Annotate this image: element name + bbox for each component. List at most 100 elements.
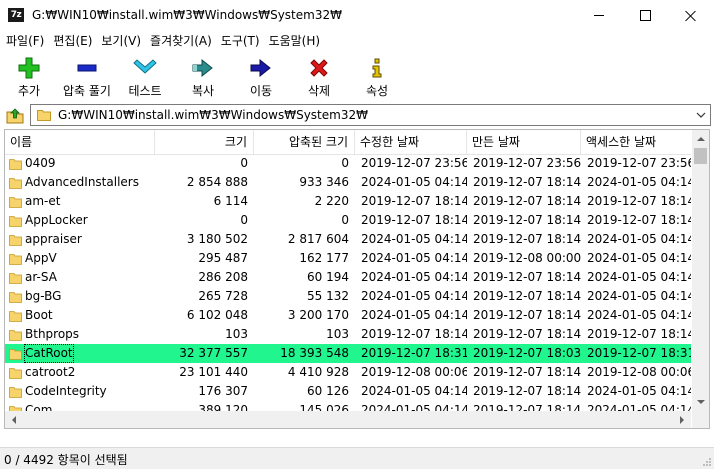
table-row[interactable]: Boot 6 102 048 3 200 170 2024-01-05 04:14 20…	[5, 306, 691, 325]
move-arrow-icon	[249, 56, 273, 80]
menu-tools[interactable]: 도구(T)	[217, 31, 264, 51]
table-row[interactable]: catroot2 23 101 440 4 410 928 2019-12-08 00…	[5, 363, 691, 382]
cell-modified: 2024-01-05 04:14	[361, 251, 467, 265]
table-row[interactable]: CodeIntegrity 176 307 60 126 2024-01-05 04:…	[5, 382, 691, 401]
cell-modified: 2019-12-08 00:06	[361, 365, 467, 379]
cell-created: 2019-12-07 18:14	[473, 365, 581, 379]
menu-file[interactable]: 파일(F)	[0, 31, 48, 51]
address-bar: G:₩WIN10₩install.wim₩3₩Windows₩System32₩	[0, 103, 714, 127]
resize-grip-icon[interactable]	[702, 457, 712, 467]
scroll-thumb[interactable]	[694, 148, 707, 164]
info-icon	[365, 56, 389, 80]
properties-button[interactable]: 속성	[348, 52, 406, 100]
add-button[interactable]: 추가	[0, 52, 58, 100]
table-row[interactable]: appraiser 3 180 502 2 817 604 2024-01-05 04…	[5, 230, 691, 249]
chevron-down-icon[interactable]	[696, 111, 706, 119]
menu-edit[interactable]: 편집(E)	[49, 31, 96, 51]
folder-icon	[9, 349, 22, 360]
cell-modified: 2019-12-07 18:14	[361, 194, 467, 208]
file-name: CodeIntegrity	[25, 384, 107, 398]
scroll-left-icon[interactable]	[5, 411, 22, 428]
table-row[interactable]: AdvancedInstallers 2 854 888 933 346 2024-0…	[5, 173, 691, 192]
file-name: CatRoot	[24, 344, 74, 363]
cell-name: AppLocker	[5, 211, 155, 230]
folder-icon	[9, 159, 22, 170]
cell-packed-size: 0	[341, 213, 349, 227]
folder-icon	[9, 273, 22, 284]
delete-button[interactable]: 삭제	[290, 52, 348, 100]
cell-size: 265 728	[198, 289, 248, 303]
column-modified[interactable]: 수정한 날짜	[355, 130, 467, 154]
table-row[interactable]: AppLocker 0 0 2019-12-07 18:14 2019-12-07 18…	[5, 211, 691, 230]
column-size[interactable]: 크기	[155, 130, 254, 154]
cell-packed-size: 0	[341, 156, 349, 170]
cell-accessed: 2024-01-05 04:14	[587, 384, 691, 398]
table-row[interactable]: Bthprops 103 103 2019-12-07 18:14 2019-12-07…	[5, 325, 691, 344]
column-packed-size[interactable]: 압축된 크기	[254, 130, 355, 154]
cell-name: CodeIntegrity	[5, 382, 155, 401]
cell-created: 2019-12-07 18:14	[473, 213, 581, 227]
table-row[interactable]: bg-BG 265 728 55 132 2024-01-05 04:14 2019-1…	[5, 287, 691, 306]
cell-created: 2019-12-07 18:14	[473, 327, 581, 341]
cell-created: 2019-12-07 18:14	[473, 175, 581, 189]
cell-packed-size: 3 200 170	[287, 308, 349, 322]
close-icon	[685, 10, 697, 22]
folder-up-icon	[6, 108, 24, 124]
test-button[interactable]: 테스트	[116, 52, 174, 100]
menu-help[interactable]: 도움말(H)	[265, 31, 325, 51]
table-row[interactable]: 0409 0 0 2019-12-07 23:56 2019-12-07 23:56 20…	[5, 154, 691, 173]
plus-icon	[17, 56, 41, 80]
scroll-up-icon[interactable]	[692, 130, 709, 147]
cell-created: 2019-12-07 18:14	[473, 384, 581, 398]
folder-up-button[interactable]	[6, 106, 24, 124]
cell-name: ar-SA	[5, 268, 155, 287]
minimize-icon	[594, 15, 604, 16]
column-accessed[interactable]: 액세스한 날짜	[581, 130, 691, 154]
add-label: 추가	[17, 84, 41, 98]
address-field[interactable]: G:₩WIN10₩install.wim₩3₩Windows₩System32₩	[30, 104, 711, 126]
folder-icon	[9, 330, 22, 341]
cell-name: 0409	[5, 154, 155, 173]
cell-name: AppV	[5, 249, 155, 268]
cell-name: Bthprops	[5, 325, 155, 344]
minimize-button[interactable]	[576, 0, 622, 31]
copy-button[interactable]: 복사	[174, 52, 232, 100]
folder-icon	[9, 387, 22, 398]
cell-size: 295 487	[198, 251, 248, 265]
status-bar: 0 / 4492 항목이 선택됨	[0, 447, 714, 469]
file-name: am-et	[25, 194, 61, 208]
menu-view[interactable]: 보기(V)	[97, 31, 145, 51]
test-label: 테스트	[128, 84, 162, 98]
table-row[interactable]: am-et 6 114 2 220 2019-12-07 18:14 2019-12-0…	[5, 192, 691, 211]
scroll-right-icon[interactable]	[674, 411, 691, 428]
7zip-app-icon: 7z	[8, 8, 24, 22]
cell-name: bg-BG	[5, 287, 155, 306]
cell-size: 0	[240, 156, 248, 170]
close-button[interactable]	[668, 0, 714, 31]
cell-created: 2019-12-07 23:56	[473, 156, 581, 170]
table-row[interactable]: ar-SA 286 208 60 194 2024-01-05 04:14 2019-1…	[5, 268, 691, 287]
cell-size: 176 307	[198, 384, 248, 398]
maximize-button[interactable]	[622, 0, 668, 31]
move-button[interactable]: 이동	[232, 52, 290, 100]
file-list[interactable]: 이름 크기 압축된 크기 수정한 날짜 만든 날짜 액세스한 날짜 0409 0 0…	[4, 129, 710, 429]
menu-favorites[interactable]: 즐겨찾기(A)	[146, 31, 216, 51]
file-name: 0409	[25, 156, 56, 170]
cell-size: 23 101 440	[179, 365, 248, 379]
scroll-down-icon[interactable]	[692, 394, 709, 411]
table-row[interactable]: CatRoot 32 377 557 18 393 548 2019-12-07 18…	[5, 344, 691, 363]
window-title: G:₩WIN10₩install.wim₩3₩Windows₩System32₩	[32, 8, 342, 22]
copy-arrow-icon	[191, 56, 215, 80]
cell-size: 6 114	[213, 194, 248, 208]
table-row[interactable]: AppV 295 487 162 177 2024-01-05 04:14 2019-1…	[5, 249, 691, 268]
properties-label: 속성	[365, 84, 389, 98]
column-created[interactable]: 만든 날짜	[467, 130, 581, 154]
file-name: AppV	[25, 251, 57, 265]
column-name[interactable]: 이름	[5, 130, 155, 154]
horizontal-scrollbar[interactable]	[5, 411, 691, 428]
cell-accessed: 2024-01-05 04:14	[587, 308, 691, 322]
cell-packed-size: 933 346	[299, 175, 349, 189]
cell-created: 2019-12-07 18:14	[473, 232, 581, 246]
extract-button[interactable]: 압축 풀기	[58, 52, 116, 100]
vertical-scrollbar[interactable]	[692, 130, 709, 411]
